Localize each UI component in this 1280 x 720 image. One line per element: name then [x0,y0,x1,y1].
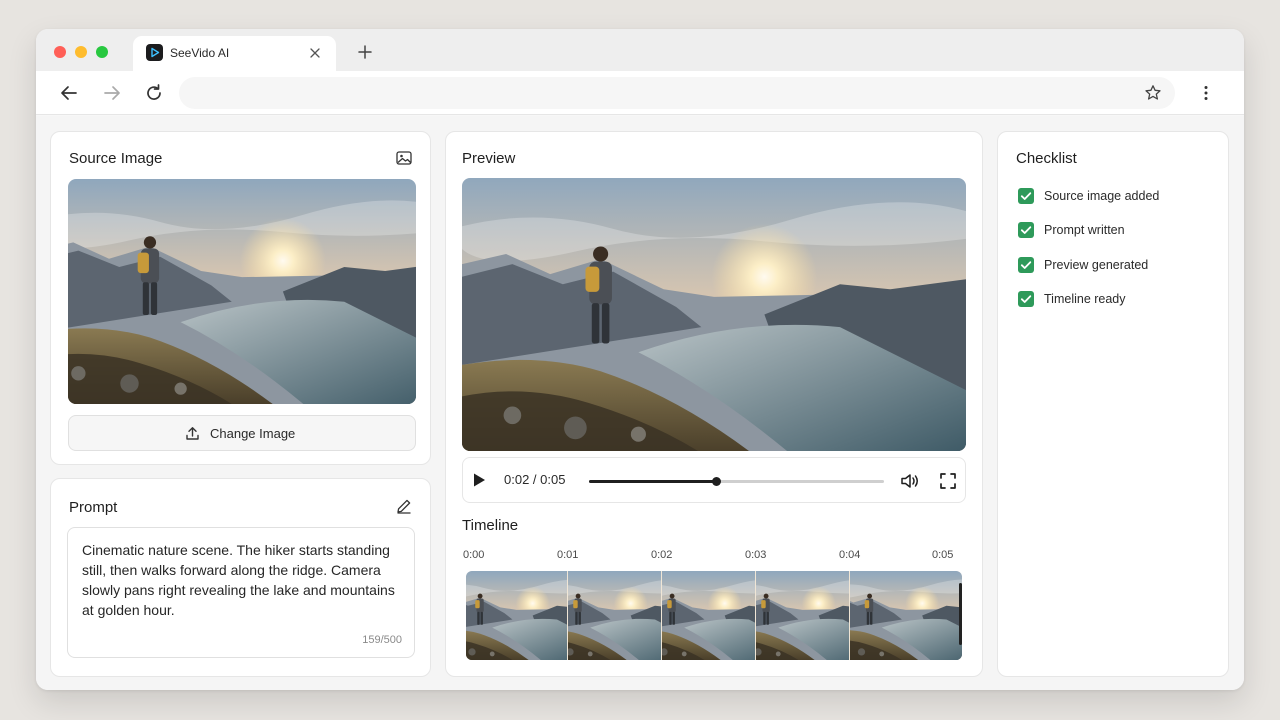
preview-title: Preview [462,150,516,167]
tab-bar: SeeVido AI [36,29,1244,71]
tab-active[interactable]: SeeVido AI [133,36,336,71]
maximize-window-button[interactable] [96,46,108,58]
close-window-button[interactable] [54,46,66,58]
source-image-title: Source Image [69,150,163,167]
checkbox-checked-icon[interactable] [1018,257,1034,273]
checklist-label: Source image added [1044,189,1160,203]
timeline-frame[interactable] [850,571,962,660]
volume-icon[interactable] [899,470,921,492]
browser-window: SeeVido AI Source Image Change Image Pro… [36,29,1244,690]
timeline-end-handle[interactable] [959,583,962,645]
prompt-card: Prompt Cinematic nature scene. The hiker… [50,478,431,677]
fullscreen-icon[interactable] [937,470,959,492]
prompt-title: Prompt [69,499,118,516]
change-image-label: Change Image [210,426,296,441]
more-menu-icon[interactable] [1196,83,1216,103]
preview-card: Preview 0:02 / 0:05 Timeline 0:00 0:01 0… [445,131,983,677]
timeline-strip[interactable] [466,571,962,660]
play-icon[interactable] [469,470,489,490]
timeline-tick: 0:04 [839,549,861,561]
source-image-card: Source Image Change Image [50,131,431,465]
minimize-window-button[interactable] [75,46,87,58]
checkbox-checked-icon[interactable] [1018,291,1034,307]
timeline-frame[interactable] [466,571,568,660]
seek-handle[interactable] [711,477,721,486]
timeline-tick: 0:03 [745,549,767,561]
checklist-title: Checklist [1016,150,1077,167]
timeline-tick: 0:01 [557,549,579,561]
checkbox-checked-icon[interactable] [1018,222,1034,238]
edit-pencil-icon[interactable] [394,496,414,516]
character-counter: 159/500 [362,634,402,646]
checklist-label: Timeline ready [1044,292,1126,306]
timeline-title: Timeline [462,517,519,534]
play-logo-icon [146,44,163,61]
change-image-button[interactable]: Change Image [68,415,416,451]
preview-video[interactable] [462,178,966,451]
image-icon[interactable] [394,148,414,168]
reload-icon[interactable] [142,81,166,105]
back-arrow-icon[interactable] [57,81,81,105]
seek-progress [589,480,716,483]
checklist-label: Prompt written [1044,223,1125,237]
timeline-tick: 0:05 [932,549,954,561]
timeline-tick: 0:00 [463,549,485,561]
upload-icon [184,425,201,442]
timeline-frame[interactable] [756,571,850,660]
timeline-frame[interactable] [662,571,756,660]
close-icon[interactable] [307,45,323,61]
timeline-tick: 0:02 [651,549,673,561]
checkbox-checked-icon[interactable] [1018,188,1034,204]
browser-toolbar [36,71,1244,115]
timeline-frame[interactable] [568,571,662,660]
app-content: Source Image Change Image Prompt Cinemat… [36,116,1244,690]
video-controls: 0:02 / 0:05 [462,457,966,503]
address-bar[interactable] [179,77,1175,109]
forward-arrow-icon[interactable] [100,81,124,105]
seek-bar[interactable] [589,477,884,486]
prompt-text[interactable]: Cinematic nature scene. The hiker starts… [82,540,402,620]
tab-title: SeeVido AI [170,46,230,60]
checklist-card: Checklist Source image added Prompt writ… [997,131,1229,677]
bookmark-star-icon[interactable] [1143,83,1163,103]
checklist-label: Preview generated [1044,258,1149,272]
new-tab-icon[interactable] [356,43,374,61]
source-image [68,179,416,404]
prompt-textarea[interactable]: Cinematic nature scene. The hiker starts… [67,527,415,658]
time-display: 0:02 / 0:05 [504,472,566,487]
